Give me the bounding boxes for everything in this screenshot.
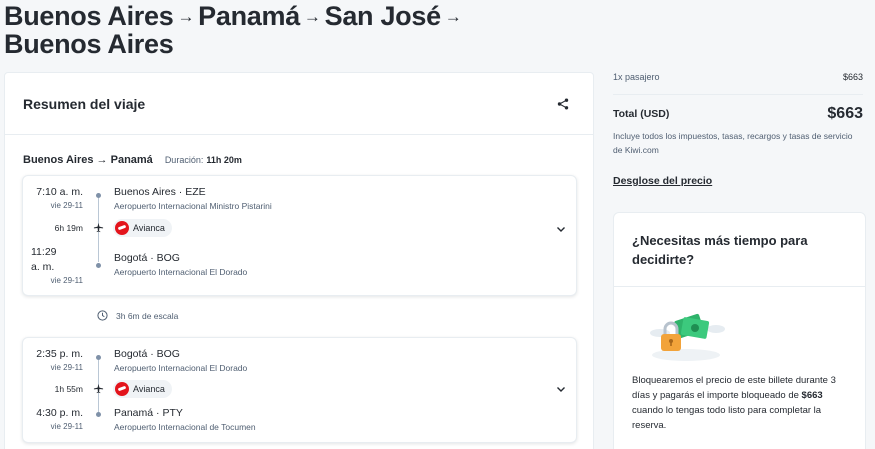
avianca-logo-icon	[115, 221, 129, 235]
arrival-airport: Aeropuerto Internacional El Dorado	[114, 267, 248, 277]
trip-summary-card: Resumen del viaje Buenos Aires → Panamá …	[4, 72, 594, 449]
clock-icon	[97, 310, 108, 321]
divider	[613, 94, 863, 95]
price-breakdown-link[interactable]: Desglose del precio	[613, 175, 712, 187]
arrival-time: 4:30 p. m.	[36, 407, 83, 419]
price-lock-text-end: cuando lo tengas todo listo para complet…	[632, 405, 822, 431]
layover-info: 3h 6m de escala	[97, 310, 178, 321]
title-city-1: Buenos Aires	[4, 1, 174, 31]
departure-airport: Aeropuerto Internacional Ministro Pistar…	[114, 201, 272, 211]
departure-time: 7:10 a. m.	[36, 186, 83, 198]
title-arrow: →	[177, 7, 195, 26]
departure-place: Bogotá · BOG	[114, 348, 180, 360]
departure-date: vie 29-11	[50, 363, 83, 372]
total-row: Total (USD) $663	[613, 105, 863, 123]
layover-text: 3h 6m de escala	[116, 310, 179, 321]
route-heading: Buenos Aires → Panamá Duración: 11h 20m	[23, 154, 242, 166]
departure-time: 2:35 p. m.	[36, 348, 83, 360]
departure-airport: Aeropuerto Internacional El Dorado	[114, 363, 248, 373]
chevron-down-icon[interactable]	[556, 384, 566, 394]
flight-duration: 6h 19m	[54, 223, 83, 233]
airline-badge: Avianca	[113, 219, 172, 237]
price-lock-card: ¿Necesitas más tiempo para decidirte? Bl…	[613, 212, 866, 449]
arrival-time: 11:29	[31, 246, 57, 258]
passenger-count: 1x pasajero	[613, 72, 660, 82]
arrival-airport: Aeropuerto Internacional de Tocumen	[114, 422, 256, 432]
flight-duration: 1h 55m	[54, 384, 83, 394]
timeline-dot	[96, 263, 101, 268]
route-text: Buenos Aires → Panamá	[23, 154, 153, 166]
total-label: Total (USD)	[613, 108, 670, 120]
total-price: $663	[827, 105, 863, 122]
arrival-place: Bogotá · BOG	[114, 252, 180, 264]
airline-name: Avianca	[133, 384, 165, 394]
airline-name: Avianca	[133, 223, 165, 233]
arrival-date: vie 29-11	[50, 276, 83, 285]
passenger-price: $663	[842, 72, 863, 82]
plane-icon	[93, 383, 104, 394]
departure-place: Buenos Aires · EZE	[114, 186, 206, 198]
price-lock-text: Bloquearemos el precio de este billete d…	[632, 373, 854, 433]
arrival-date: vie 29-11	[50, 422, 83, 431]
avianca-logo-icon	[115, 382, 129, 396]
title-city-4: Buenos Aires	[4, 29, 174, 59]
page-title: Buenos Aires → Panamá → San José → Buenos Air…	[4, 1, 604, 59]
title-city-2: Panamá	[198, 1, 300, 31]
departure-date: vie 29-11	[50, 201, 83, 210]
trip-summary-header: Resumen del viaje	[5, 73, 593, 135]
flight-segment[interactable]: 2:35 p. m. vie 29-11 Bogotá · BOG Aeropu…	[22, 337, 577, 443]
arrival-place: Panamá · PTY	[114, 407, 183, 419]
price-summary: 1x pasajero $663 Total (USD) $663 Incluy…	[613, 72, 863, 189]
chevron-down-icon[interactable]	[556, 224, 566, 234]
title-city-3: San José	[324, 1, 441, 31]
title-arrow: →	[303, 7, 321, 26]
duration-value: 11h 20m	[206, 155, 242, 165]
trip-summary-title: Resumen del viaje	[23, 95, 146, 112]
airline-badge: Avianca	[113, 380, 172, 398]
lock-money-illustration	[650, 313, 725, 361]
plane-icon	[93, 222, 104, 233]
flight-segment[interactable]: 7:10 a. m. vie 29-11 Buenos Aires · EZE …	[22, 175, 577, 296]
timeline-dot	[96, 412, 101, 417]
arrival-time-suffix: a. m.	[31, 261, 55, 273]
title-arrow: →	[444, 7, 462, 26]
duration-label: Duración:	[164, 155, 204, 165]
passenger-row: 1x pasajero $663	[613, 72, 863, 82]
price-lock-amount: $663	[801, 390, 823, 401]
taxes-note: Incluye todos los impuestos, tasas, reca…	[613, 131, 853, 155]
share-icon	[557, 98, 569, 109]
price-lock-title: ¿Necesitas más tiempo para decidirte?	[614, 213, 865, 287]
share-button[interactable]	[553, 94, 573, 114]
